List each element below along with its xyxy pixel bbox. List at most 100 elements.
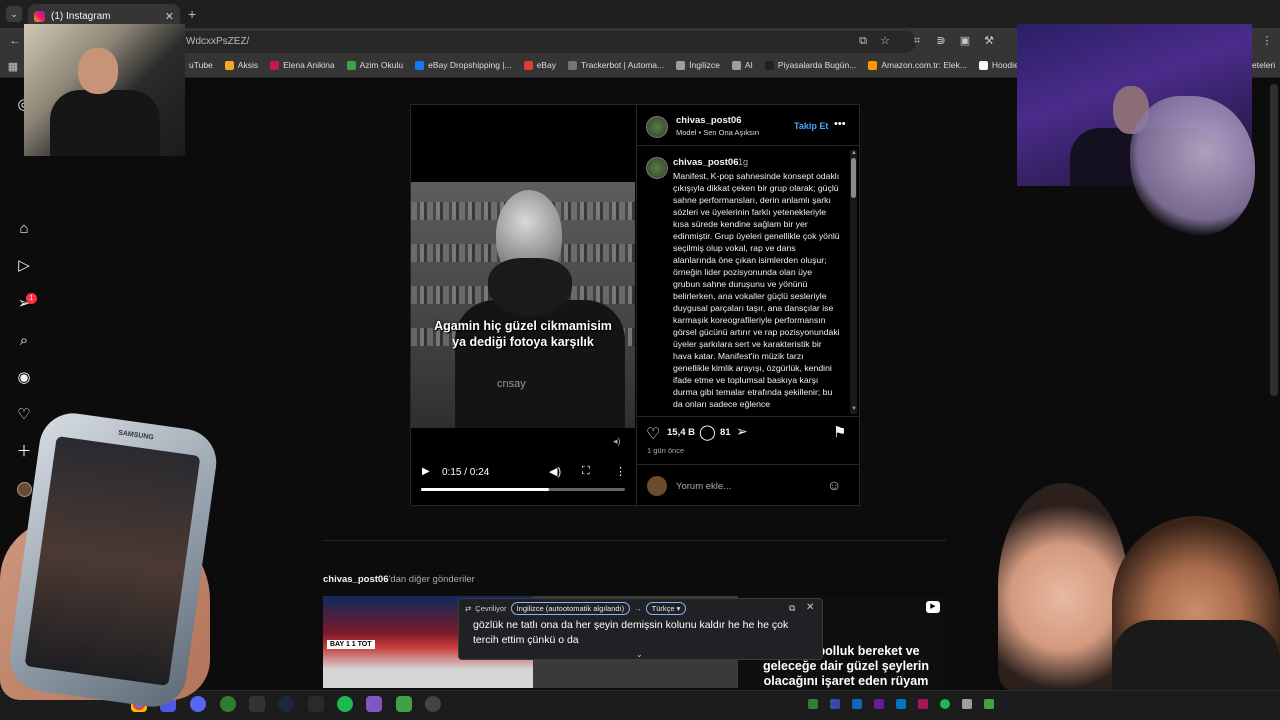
bookmark-favicon-icon — [731, 60, 741, 70]
install-app-icon[interactable]: ⧉ — [856, 34, 870, 48]
back-icon[interactable]: ← — [8, 34, 22, 48]
close-icon[interactable]: ✕ — [806, 602, 814, 613]
scroll-down-icon[interactable]: ▼ — [851, 406, 857, 412]
profile-avatar[interactable] — [17, 482, 32, 497]
bookmark-label: Aksis — [237, 60, 259, 70]
bookmark-label: İngilizce — [689, 60, 720, 70]
expand-icon[interactable]: ⧉ — [789, 603, 795, 614]
steam-icon[interactable] — [278, 696, 294, 712]
bookmark-item[interactable]: İngilizce — [676, 60, 720, 70]
bookmark-favicon-icon — [868, 60, 878, 70]
translate-status: Çevriliyor — [475, 604, 507, 613]
more-posts-author[interactable]: chivas_post06 — [323, 574, 388, 585]
search-icon[interactable]: ⌕ — [14, 331, 34, 351]
translate-extension-icon[interactable]: ⌗ — [910, 34, 924, 48]
tray-icon[interactable] — [918, 699, 928, 709]
post-more-options-icon[interactable]: ••• — [834, 118, 846, 130]
browser-menu-icon[interactable]: ⋮ — [1260, 34, 1274, 48]
video-caption-line: ya dediği fotoya karşılık — [452, 335, 594, 349]
tray-icon[interactable] — [962, 699, 972, 709]
page-scrollbar[interactable] — [1270, 84, 1278, 396]
tab-close-icon[interactable]: ✕ — [165, 10, 174, 23]
bookmark-save-icon[interactable]: ⚑ — [833, 423, 846, 441]
video-progress-fill — [421, 488, 549, 491]
comment-author-name[interactable]: chivas_post06 — [673, 157, 738, 168]
bookmark-label: AI — [744, 60, 753, 70]
caption-text: Manifest, K-pop sahnesinde konsept odakl… — [673, 171, 840, 409]
tray-icon[interactable] — [896, 699, 906, 709]
webcam-person-body — [50, 90, 160, 156]
bookmark-item[interactable]: Aksis — [224, 60, 259, 70]
obs-icon[interactable] — [425, 696, 441, 712]
spotify-icon[interactable] — [337, 696, 353, 712]
chevron-down-icon[interactable]: ⌄ — [636, 650, 643, 659]
bookmark-item[interactable]: eBay Dropshipping |... — [415, 60, 512, 70]
app-icon[interactable] — [396, 696, 412, 712]
scroll-up-icon[interactable]: ▲ — [851, 150, 857, 156]
tray-icon[interactable] — [984, 699, 994, 709]
fullscreen-icon[interactable]: ⛶ — [582, 465, 590, 478]
bookmark-star-icon[interactable]: ☆ — [878, 34, 892, 48]
like-count[interactable]: 15,4 B — [667, 427, 695, 438]
bookmark-item[interactable]: Amazon.com.tr: Elek... — [868, 60, 967, 70]
translated-text: gözlük ne tatlı ona da her şeyin demişsi… — [473, 619, 789, 646]
play-button[interactable]: ▶ — [422, 466, 430, 477]
address-bar[interactable]: WdcxxPsZEZ/ — [176, 31, 916, 53]
comment-icon[interactable]: ◯ — [699, 423, 716, 441]
bookmark-item[interactable]: Elena Anikina — [270, 60, 335, 70]
apps-grid-icon[interactable]: ▦ — [6, 60, 20, 74]
comment-author-avatar[interactable] — [646, 157, 668, 179]
bookmark-item[interactable]: Trackerbot | Automa... — [567, 60, 664, 70]
tray-icon[interactable] — [830, 699, 840, 709]
author-subtitle: Model • Sen Ona Aşıksın — [676, 128, 760, 137]
home-icon[interactable]: ⌂ — [14, 219, 34, 239]
bookmark-favicon-icon — [567, 60, 577, 70]
webcam-person-face — [78, 48, 118, 94]
new-tab-button[interactable]: + — [188, 6, 196, 22]
instagram-icon — [34, 10, 45, 22]
reels-icon[interactable]: ▷ — [14, 256, 34, 276]
explore-icon[interactable]: ◉ — [14, 368, 34, 388]
divider — [636, 416, 859, 417]
bookmark-item[interactable]: AI — [731, 60, 753, 70]
create-plus-icon[interactable]: ＋ — [14, 442, 34, 462]
tray-icon[interactable] — [874, 699, 884, 709]
video-caption: Agamin hiç güzel cikmamisim ya dediği fo… — [415, 318, 631, 350]
bookmark-label: Piyasalarda Bugün... — [777, 60, 857, 70]
xbox-icon[interactable] — [220, 696, 236, 712]
tray-icon[interactable] — [808, 699, 818, 709]
author-avatar[interactable] — [646, 116, 668, 138]
comment-count: 81 — [720, 427, 731, 438]
comments-scroll-thumb[interactable] — [851, 158, 856, 198]
notifications-heart-icon[interactable]: ♡ — [14, 405, 34, 425]
arrow-icon: → — [634, 604, 642, 613]
add-comment-input[interactable] — [676, 478, 816, 494]
tab-search-button[interactable]: ⌄ — [6, 6, 22, 22]
author-name[interactable]: chivas_post06 — [676, 115, 741, 126]
bookmark-item[interactable]: eBay — [523, 60, 556, 70]
bookmark-item[interactable]: Piyasalarda Bugün... — [764, 60, 857, 70]
bookmark-favicon-icon — [978, 60, 988, 70]
extension-icon[interactable]: ▣ — [958, 34, 972, 48]
bookmark-overflow[interactable]: eteleri — [1252, 60, 1275, 70]
emoji-icon[interactable]: ☺ — [827, 477, 841, 493]
tray-icon[interactable] — [852, 699, 862, 709]
video-more-options-icon[interactable]: ⋮ — [615, 465, 626, 478]
discord-icon[interactable] — [190, 696, 206, 712]
tray-icon[interactable] — [940, 699, 950, 709]
video-caption-line: Agamin hiç güzel cikmamisim — [434, 319, 612, 333]
target-language-select[interactable]: Türkçe ▾ — [645, 602, 687, 615]
like-heart-icon[interactable]: ♡ — [646, 424, 660, 444]
share-icon[interactable]: ➢ — [736, 423, 748, 440]
extension-icon[interactable]: ⚒ — [982, 34, 996, 48]
follow-button[interactable]: Takip Et — [794, 121, 828, 131]
source-language-select[interactable]: İngilizce (autootomatik algılandı) — [510, 602, 631, 615]
bookmark-item[interactable]: Azim Okulu — [346, 60, 403, 70]
epic-games-icon[interactable] — [249, 696, 265, 712]
video-time: 0:15 / 0:24 — [442, 467, 490, 478]
audio-indicator-icon[interactable]: ◂) — [613, 436, 621, 447]
volume-icon[interactable]: ◀) — [549, 465, 561, 478]
app-icon[interactable] — [308, 696, 324, 712]
app-icon[interactable] — [366, 696, 382, 712]
extension-icon[interactable]: ⋑ — [934, 34, 948, 48]
